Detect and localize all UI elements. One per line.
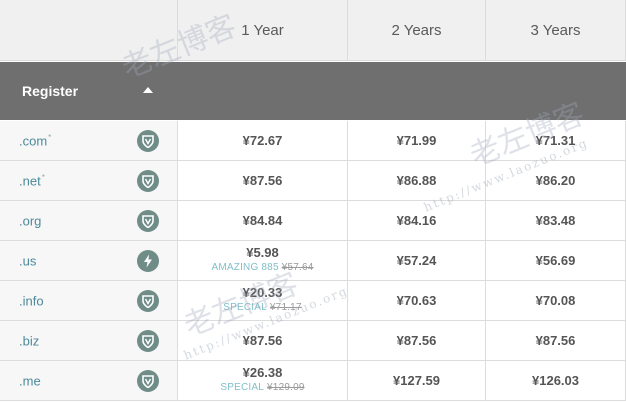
tld-name[interactable]: .me — [19, 373, 42, 388]
price-value: ¥84.16 — [396, 213, 437, 228]
price-value: ¥87.56 — [535, 333, 576, 348]
shield-icon — [137, 130, 159, 152]
promo-line: AMAZING 885 ¥57.64 — [178, 262, 347, 273]
price-1-year: ¥84.84 — [178, 201, 348, 241]
price-value: ¥71.99 — [396, 133, 437, 148]
table-row: .us ¥5.98 AMAZING 885 ¥57.64 ¥57.24 ¥56.6… — [0, 241, 626, 281]
price-value: ¥87.56 — [396, 333, 437, 348]
price-value: ¥71.31 — [535, 133, 576, 148]
price-value: ¥83.48 — [535, 213, 576, 228]
lightning-icon — [137, 250, 159, 272]
tld-cell: .info — [0, 281, 178, 321]
price-3-years: ¥126.03 — [486, 361, 626, 401]
tld-cell: .org — [0, 201, 178, 241]
price-2-years: ¥71.99 — [348, 121, 486, 161]
price-value: ¥126.03 — [532, 373, 579, 388]
register-label: Register — [22, 83, 79, 99]
price-2-years: ¥57.24 — [348, 241, 486, 281]
price-2-years: ¥86.88 — [348, 161, 486, 201]
price-2-years: ¥87.56 — [348, 321, 486, 361]
table-row: .com* ¥72.67 ¥71.99 ¥71.31 — [0, 121, 626, 161]
price-value: ¥70.63 — [396, 293, 437, 308]
price-value: ¥5.98 — [246, 245, 279, 260]
price-value: ¥87.56 — [242, 173, 283, 188]
tld-name[interactable]: .info — [19, 293, 45, 308]
header-1-year: 1 Year — [178, 0, 348, 61]
price-value: ¥72.67 — [242, 133, 283, 148]
original-price: ¥57.64 — [281, 262, 314, 273]
price-2-years: ¥84.16 — [348, 201, 486, 241]
price-value: ¥84.84 — [242, 213, 283, 228]
tld-cell: .us — [0, 241, 178, 281]
tld-name[interactable]: .biz — [19, 333, 40, 348]
price-1-year: ¥5.98 AMAZING 885 ¥57.64 — [178, 241, 348, 281]
header-3-years: 3 Years — [486, 0, 626, 61]
tld-cell: .biz — [0, 321, 178, 361]
table-row: .net* ¥87.56 ¥86.88 ¥86.20 — [0, 161, 626, 201]
pricing-table: 1 Year 2 Years 3 Years Register .com* ¥7… — [0, 0, 626, 403]
price-1-year: ¥26.38 SPECIAL ¥129.09 — [178, 361, 348, 401]
header-empty-cell — [0, 0, 178, 61]
tld-name[interactable]: .net* — [19, 173, 45, 188]
tld-cell: .me — [0, 361, 178, 401]
price-value: ¥70.08 — [535, 293, 576, 308]
price-3-years: ¥86.20 — [486, 161, 626, 201]
sort-up-icon[interactable] — [143, 87, 153, 93]
price-3-years: ¥71.31 — [486, 121, 626, 161]
price-value: ¥87.56 — [242, 333, 283, 348]
promo-label: AMAZING 885 — [211, 262, 279, 273]
tld-cell: .com* — [0, 121, 178, 161]
price-1-year: ¥20.33 SPECIAL ¥71.17 — [178, 281, 348, 321]
price-2-years: ¥127.59 — [348, 361, 486, 401]
price-3-years: ¥83.48 — [486, 201, 626, 241]
price-value: ¥86.88 — [396, 173, 437, 188]
original-price: ¥129.09 — [267, 382, 305, 393]
tld-name[interactable]: .com* — [19, 133, 51, 148]
shield-icon — [137, 370, 159, 392]
shield-icon — [137, 210, 159, 232]
shield-icon — [137, 290, 159, 312]
table-row: .biz ¥87.56 ¥87.56 ¥87.56 — [0, 321, 626, 361]
price-value: ¥56.69 — [535, 253, 576, 268]
promo-label: SPECIAL — [220, 382, 265, 393]
promo-line: SPECIAL ¥71.17 — [178, 302, 347, 313]
table-row: .org ¥84.84 ¥84.16 ¥83.48 — [0, 201, 626, 241]
price-value: ¥20.33 — [242, 285, 283, 300]
tld-name[interactable]: .org — [19, 213, 42, 228]
price-value: ¥26.38 — [242, 365, 283, 380]
price-value: ¥127.59 — [393, 373, 440, 388]
tld-name[interactable]: .us — [19, 253, 37, 268]
promo-line: SPECIAL ¥129.09 — [178, 382, 347, 393]
price-1-year: ¥72.67 — [178, 121, 348, 161]
price-3-years: ¥70.08 — [486, 281, 626, 321]
register-band[interactable]: Register — [0, 62, 626, 120]
shield-icon — [137, 330, 159, 352]
price-3-years: ¥87.56 — [486, 321, 626, 361]
table-row: .me ¥26.38 SPECIAL ¥129.09 ¥127.59 ¥126.0… — [0, 361, 626, 401]
price-value: ¥86.20 — [535, 173, 576, 188]
price-1-year: ¥87.56 — [178, 321, 348, 361]
header-2-years: 2 Years — [348, 0, 486, 61]
price-1-year: ¥87.56 — [178, 161, 348, 201]
price-2-years: ¥70.63 — [348, 281, 486, 321]
promo-label: SPECIAL — [223, 302, 267, 313]
original-price: ¥71.17 — [269, 302, 302, 313]
tld-cell: .net* — [0, 161, 178, 201]
table-header: 1 Year 2 Years 3 Years — [0, 0, 626, 62]
table-row: .info ¥20.33 SPECIAL ¥71.17 ¥70.63 ¥70.08 — [0, 281, 626, 321]
shield-icon — [137, 170, 159, 192]
price-3-years: ¥56.69 — [486, 241, 626, 281]
price-value: ¥57.24 — [396, 253, 437, 268]
